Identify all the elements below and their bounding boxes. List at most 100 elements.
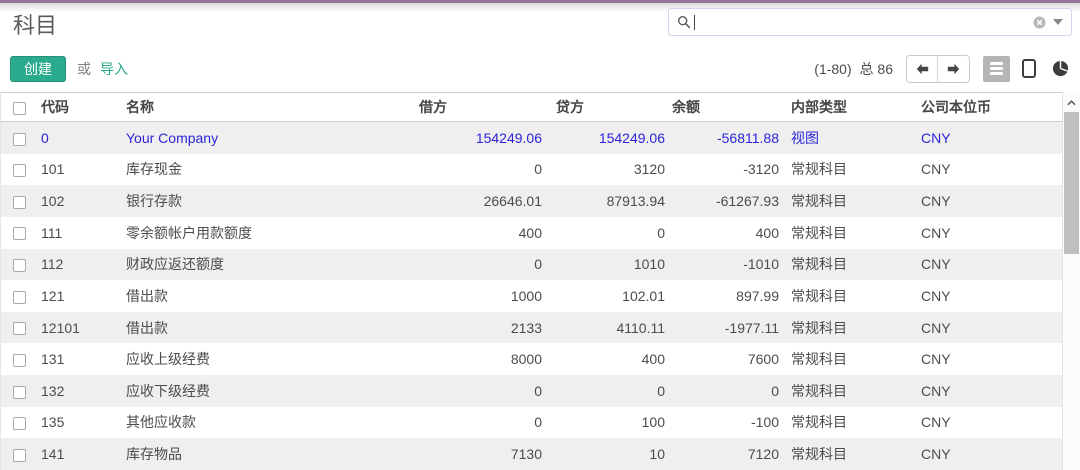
accounts-table: 代码 名称 借方 贷方 余额 内部类型 公司本位币 0Your Company1… [0,92,1080,470]
row-checkbox-cell [1,351,41,367]
table-row[interactable]: 131应收上级经费80004007600常规科目CNY [1,343,1062,375]
cell-debit: 0 [406,161,546,177]
cell-name: 零余额帐户用款额度 [126,223,406,243]
row-checkbox-cell [1,161,41,177]
cell-name: Your Company [126,130,406,146]
search-icon [677,15,691,29]
cell-currency: CNY [916,225,1062,241]
cell-name: 银行存款 [126,191,406,211]
column-header-name[interactable]: 名称 [126,97,406,117]
row-checkbox[interactable] [13,196,26,209]
column-header-debit[interactable]: 借方 [406,97,546,117]
cell-credit: 0 [546,383,669,399]
row-checkbox[interactable] [13,291,26,304]
column-header-credit[interactable]: 贷方 [546,97,669,117]
table-row[interactable]: 121借出款1000102.01897.99常规科目CNY [1,280,1062,312]
row-checkbox-cell [1,130,41,146]
cell-debit: 1000 [406,288,546,304]
cell-credit: 3120 [546,161,669,177]
cell-debit: 7130 [406,446,546,462]
pager-next-button[interactable] [938,56,969,82]
row-checkbox[interactable] [13,386,26,399]
pager-buttons [906,55,970,83]
cell-balance: 0 [669,383,783,399]
cell-credit: 10 [546,446,669,462]
cell-balance: -100 [669,414,783,430]
row-checkbox-cell [1,256,41,272]
table-row[interactable]: 132应收下级经费000常规科目CNY [1,375,1062,407]
row-checkbox[interactable] [13,354,26,367]
cell-debit: 26646.01 [406,193,546,209]
search-input[interactable] [695,11,1033,33]
row-checkbox-cell [1,446,41,462]
cell-code: 0 [41,130,126,146]
cell-type: 常规科目 [783,412,916,432]
table-header: 代码 名称 借方 贷方 余额 内部类型 公司本位币 [1,92,1062,122]
row-checkbox-cell [1,225,41,241]
kanban-view-button[interactable] [1015,56,1042,82]
row-checkbox[interactable] [13,322,26,335]
clear-search-icon[interactable] [1033,16,1046,29]
cell-code: 131 [41,351,126,367]
scrollbar-up-button[interactable] [1063,94,1080,111]
cell-credit: 102.01 [546,288,669,304]
table-row[interactable]: 112财政应返还额度01010-1010常规科目CNY [1,249,1062,281]
row-checkbox-cell [1,320,41,336]
cell-credit: 0 [546,225,669,241]
cell-type: 常规科目 [783,349,916,369]
table-row[interactable]: 12101借出款21334110.11-1977.11常规科目CNY [1,312,1062,344]
row-checkbox[interactable] [13,259,26,272]
cell-type: 常规科目 [783,159,916,179]
table-row[interactable]: 101库存现金03120-3120常规科目CNY [1,154,1062,186]
cell-credit: 4110.11 [546,320,669,336]
cell-name: 库存现金 [126,159,406,179]
table-row[interactable]: 0Your Company154249.06154249.06-56811.88… [1,122,1062,154]
pager-range: (1-80) [814,61,851,77]
cell-code: 121 [41,288,126,304]
row-checkbox-cell [1,414,41,430]
table-row[interactable]: 141库存物品7130107120常规科目CNY [1,438,1062,470]
cell-name: 财政应返还额度 [126,254,406,274]
cell-debit: 400 [406,225,546,241]
row-checkbox-cell [1,288,41,304]
cell-currency: CNY [916,161,1062,177]
row-checkbox[interactable] [13,227,26,240]
cell-currency: CNY [916,414,1062,430]
cell-credit: 400 [546,351,669,367]
row-checkbox[interactable] [13,449,26,462]
select-all-checkbox[interactable] [13,102,26,115]
cell-debit: 154249.06 [406,130,546,146]
search-bar[interactable] [668,8,1072,36]
column-header-code[interactable]: 代码 [41,97,126,117]
pager-previous-button[interactable] [907,56,938,82]
list-view-button[interactable] [983,56,1010,82]
column-header-balance[interactable]: 余额 [669,97,783,117]
row-checkbox[interactable] [13,133,26,146]
table-row[interactable]: 135其他应收款0100-100常规科目CNY [1,407,1062,439]
search-options-caret-icon[interactable] [1053,19,1063,25]
cell-currency: CNY [916,193,1062,209]
create-button[interactable]: 创建 [10,56,66,82]
cell-name: 借出款 [126,318,406,338]
pager-and-views: (1-80) 总 86 [814,55,1074,82]
row-checkbox[interactable] [13,417,26,430]
select-all-cell [1,99,41,115]
list-view-icon [990,62,1003,75]
scrollbar-thumb[interactable] [1064,112,1079,254]
table-row[interactable]: 111零余额帐户用款额度4000400常规科目CNY [1,217,1062,249]
cell-code: 112 [41,256,126,272]
vertical-scrollbar[interactable] [1062,92,1080,470]
table-row[interactable]: 102银行存款26646.0187913.94-61267.93常规科目CNY [1,185,1062,217]
column-header-internal-type[interactable]: 内部类型 [783,97,916,117]
cell-name: 应收下级经费 [126,381,406,401]
cell-code: 132 [41,383,126,399]
row-checkbox[interactable] [13,164,26,177]
import-link[interactable]: 导入 [100,59,128,79]
action-buttons: 创建 或 导入 [10,56,128,82]
arrow-right-icon [946,62,961,76]
cell-currency: CNY [916,446,1062,462]
cell-type: 常规科目 [783,223,916,243]
column-header-company-currency[interactable]: 公司本位币 [916,97,1062,117]
pie-chart-view-button[interactable] [1047,56,1074,82]
cell-currency: CNY [916,383,1062,399]
